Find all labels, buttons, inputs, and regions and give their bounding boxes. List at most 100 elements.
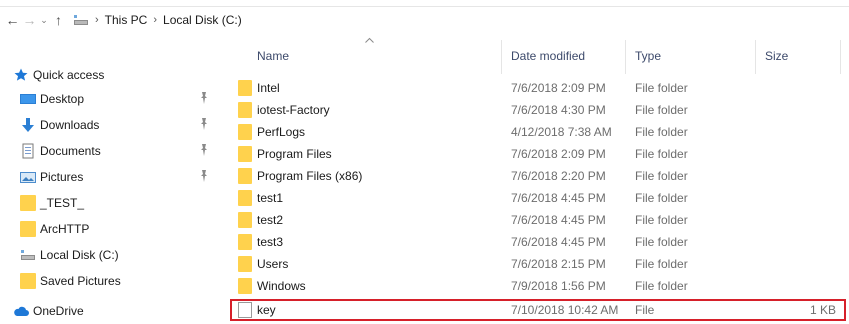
breadcrumb-separator: ›: [153, 14, 158, 26]
table-row[interactable]: Users 7/6/2018 2:15 PM File folder: [230, 254, 846, 274]
folder-icon: [238, 212, 252, 228]
cloud-icon: [14, 306, 29, 316]
file-type: File folder: [635, 125, 688, 139]
file-icon: [238, 302, 252, 318]
folder-icon: [20, 273, 36, 289]
breadcrumb-this-pc[interactable]: This PC: [105, 13, 148, 27]
file-type: File folder: [635, 279, 688, 293]
table-row[interactable]: test3 7/6/2018 4:45 PM File folder: [230, 232, 846, 252]
folder-icon: [238, 234, 252, 250]
file-name: Program Files: [257, 147, 332, 161]
breadcrumb-separator: ›: [95, 14, 99, 26]
folder-icon: [20, 221, 36, 237]
file-size: 1 KB: [809, 303, 836, 317]
folder-icon: [20, 195, 36, 211]
recent-locations-button[interactable]: ⌄: [38, 10, 50, 30]
nav-label: Quick access: [33, 68, 105, 82]
this-pc-icon: [74, 15, 88, 25]
file-date: 4/12/2018 7:38 AM: [511, 125, 612, 139]
column-header-type[interactable]: Type: [635, 49, 661, 63]
nav-label: Documents: [40, 144, 101, 158]
address-bar: ← → ⌄ ↑ › This PC › Local Disk (C:): [0, 6, 849, 34]
nav-label: Pictures: [40, 170, 84, 184]
pin-icon: [201, 144, 207, 156]
nav-item-pictures[interactable]: Pictures: [0, 164, 220, 190]
file-name: PerfLogs: [257, 125, 306, 139]
file-date: 7/6/2018 2:09 PM: [511, 81, 606, 95]
file-name: Program Files (x86): [257, 169, 363, 183]
file-name: Intel: [257, 81, 280, 95]
file-type: File folder: [635, 191, 688, 205]
file-name: Users: [257, 257, 289, 271]
nav-label: Saved Pictures: [40, 274, 121, 288]
pictures-icon: [20, 172, 36, 183]
star-icon: [14, 68, 28, 81]
nav-item-test[interactable]: _TEST_: [0, 190, 220, 216]
nav-item-local-disk[interactable]: Local Disk (C:): [0, 242, 220, 268]
folder-icon: [238, 124, 252, 140]
nav-label: Desktop: [40, 92, 85, 106]
table-row[interactable]: test2 7/6/2018 4:45 PM File folder: [230, 210, 846, 230]
column-divider[interactable]: [501, 40, 502, 74]
file-type: File folder: [635, 147, 688, 161]
nav-label: Downloads: [40, 118, 100, 132]
table-row[interactable]: Intel 7/6/2018 2:09 PM File folder: [230, 78, 846, 98]
file-date: 7/6/2018 2:20 PM: [511, 169, 606, 183]
folder-icon: [238, 102, 252, 118]
file-name: test1: [257, 191, 284, 205]
file-type: File folder: [635, 213, 688, 227]
column-header-name[interactable]: Name: [257, 49, 289, 63]
nav-item-downloads[interactable]: Downloads: [0, 112, 220, 138]
nav-label: OneDrive: [33, 304, 84, 318]
column-header-size[interactable]: Size: [765, 49, 788, 63]
table-row[interactable]: Program Files (x86) 7/6/2018 2:20 PM Fil…: [230, 166, 846, 186]
breadcrumb: › This PC › Local Disk (C:): [73, 9, 242, 31]
table-row[interactable]: Program Files 7/6/2018 2:09 PM File fold…: [230, 144, 846, 164]
file-date: 7/10/2018 10:42 AM: [511, 303, 619, 317]
table-row[interactable]: iotest-Factory 7/6/2018 4:30 PM File fol…: [230, 100, 846, 120]
file-type: File folder: [635, 81, 688, 95]
nav-label: Local Disk (C:): [40, 248, 119, 262]
folder-icon: [238, 278, 252, 294]
column-header-date[interactable]: Date modified: [511, 49, 585, 63]
forward-button[interactable]: →: [21, 10, 38, 30]
nav-label: _TEST_: [40, 196, 85, 210]
nav-item-saved-pictures[interactable]: Saved Pictures: [0, 268, 220, 294]
nav-item-archttp[interactable]: ArcHTTP: [0, 216, 220, 242]
nav-item-documents[interactable]: Documents: [0, 138, 220, 164]
file-type: File folder: [635, 103, 688, 117]
table-row[interactable]: Windows 7/9/2018 1:56 PM File folder: [230, 276, 846, 296]
file-type: File folder: [635, 235, 688, 249]
nav-onedrive[interactable]: OneDrive: [0, 298, 220, 324]
pin-icon: [201, 170, 207, 182]
file-name: key: [257, 303, 276, 317]
folder-icon: [238, 80, 252, 96]
folder-icon: [238, 256, 252, 272]
download-icon: [22, 118, 34, 132]
column-divider[interactable]: [755, 40, 756, 74]
navigation-pane: Quick access Desktop Downloads Documents: [0, 34, 220, 324]
drive-icon: [21, 250, 35, 260]
column-divider[interactable]: [840, 40, 841, 74]
file-name: test3: [257, 235, 284, 249]
nav-label: ArcHTTP: [40, 222, 90, 236]
nav-quick-access[interactable]: Quick access: [0, 62, 220, 88]
column-header-row: Name Date modified Type Size: [226, 34, 849, 74]
desktop-icon: [20, 94, 36, 104]
table-row[interactable]: PerfLogs 4/12/2018 7:38 AM File folder: [230, 122, 846, 142]
folder-icon: [238, 146, 252, 162]
file-date: 7/6/2018 4:45 PM: [511, 213, 606, 227]
breadcrumb-local-disk[interactable]: Local Disk (C:): [163, 13, 242, 27]
file-type: File: [635, 303, 655, 317]
table-row[interactable]: test1 7/6/2018 4:45 PM File folder: [230, 188, 846, 208]
file-list: Name Date modified Type Size Intel 7/6/2…: [226, 34, 849, 324]
table-row-highlighted[interactable]: key 7/10/2018 10:42 AM File 1 KB: [230, 299, 846, 321]
back-button[interactable]: ←: [4, 10, 21, 30]
up-button[interactable]: ↑: [50, 10, 67, 30]
nav-item-desktop[interactable]: Desktop: [0, 86, 220, 112]
column-divider[interactable]: [625, 40, 626, 74]
file-name: Windows: [257, 279, 306, 293]
pin-icon: [201, 92, 207, 104]
file-date: 7/6/2018 4:30 PM: [511, 103, 606, 117]
folder-icon: [238, 168, 252, 184]
